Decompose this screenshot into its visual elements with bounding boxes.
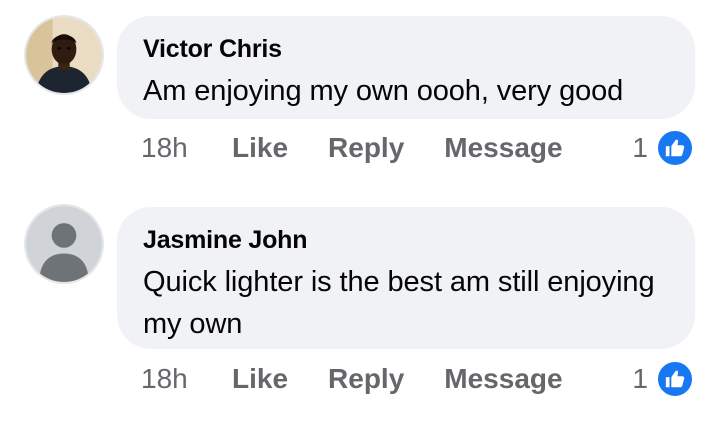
comment-actions: 18h Like Reply Message (141, 128, 603, 168)
reaction-summary[interactable]: 1 (632, 128, 694, 168)
avatar[interactable] (24, 15, 104, 95)
reply-button[interactable]: Reply (328, 363, 404, 395)
message-button[interactable]: Message (444, 363, 562, 395)
default-avatar-icon (26, 206, 102, 282)
like-button[interactable]: Like (232, 132, 288, 164)
comment-bubble: Victor Chris Am enjoying my own oooh, ve… (117, 16, 695, 119)
reaction-count: 1 (632, 363, 648, 394)
comment-timestamp[interactable]: 18h (141, 363, 232, 395)
comment-actions: 18h Like Reply Message (141, 359, 603, 399)
reply-button[interactable]: Reply (328, 132, 404, 164)
comment-author[interactable]: Jasmine John (143, 225, 669, 255)
avatar[interactable] (24, 204, 104, 284)
comment-text: Am enjoying my own oooh, very good (143, 75, 624, 107)
comment-text: Quick lighter is the best am still enjoy… (143, 266, 655, 340)
profile-photo-icon (26, 17, 102, 93)
like-button[interactable]: Like (232, 363, 288, 395)
like-icon (656, 360, 694, 398)
reaction-summary[interactable]: 1 (632, 359, 694, 399)
like-icon (656, 129, 694, 167)
comment-author[interactable]: Victor Chris (143, 34, 669, 64)
reaction-count: 1 (632, 132, 648, 163)
comment-bubble: Jasmine John Quick lighter is the best a… (117, 207, 695, 349)
comment-timestamp[interactable]: 18h (141, 132, 232, 164)
message-button[interactable]: Message (444, 132, 562, 164)
